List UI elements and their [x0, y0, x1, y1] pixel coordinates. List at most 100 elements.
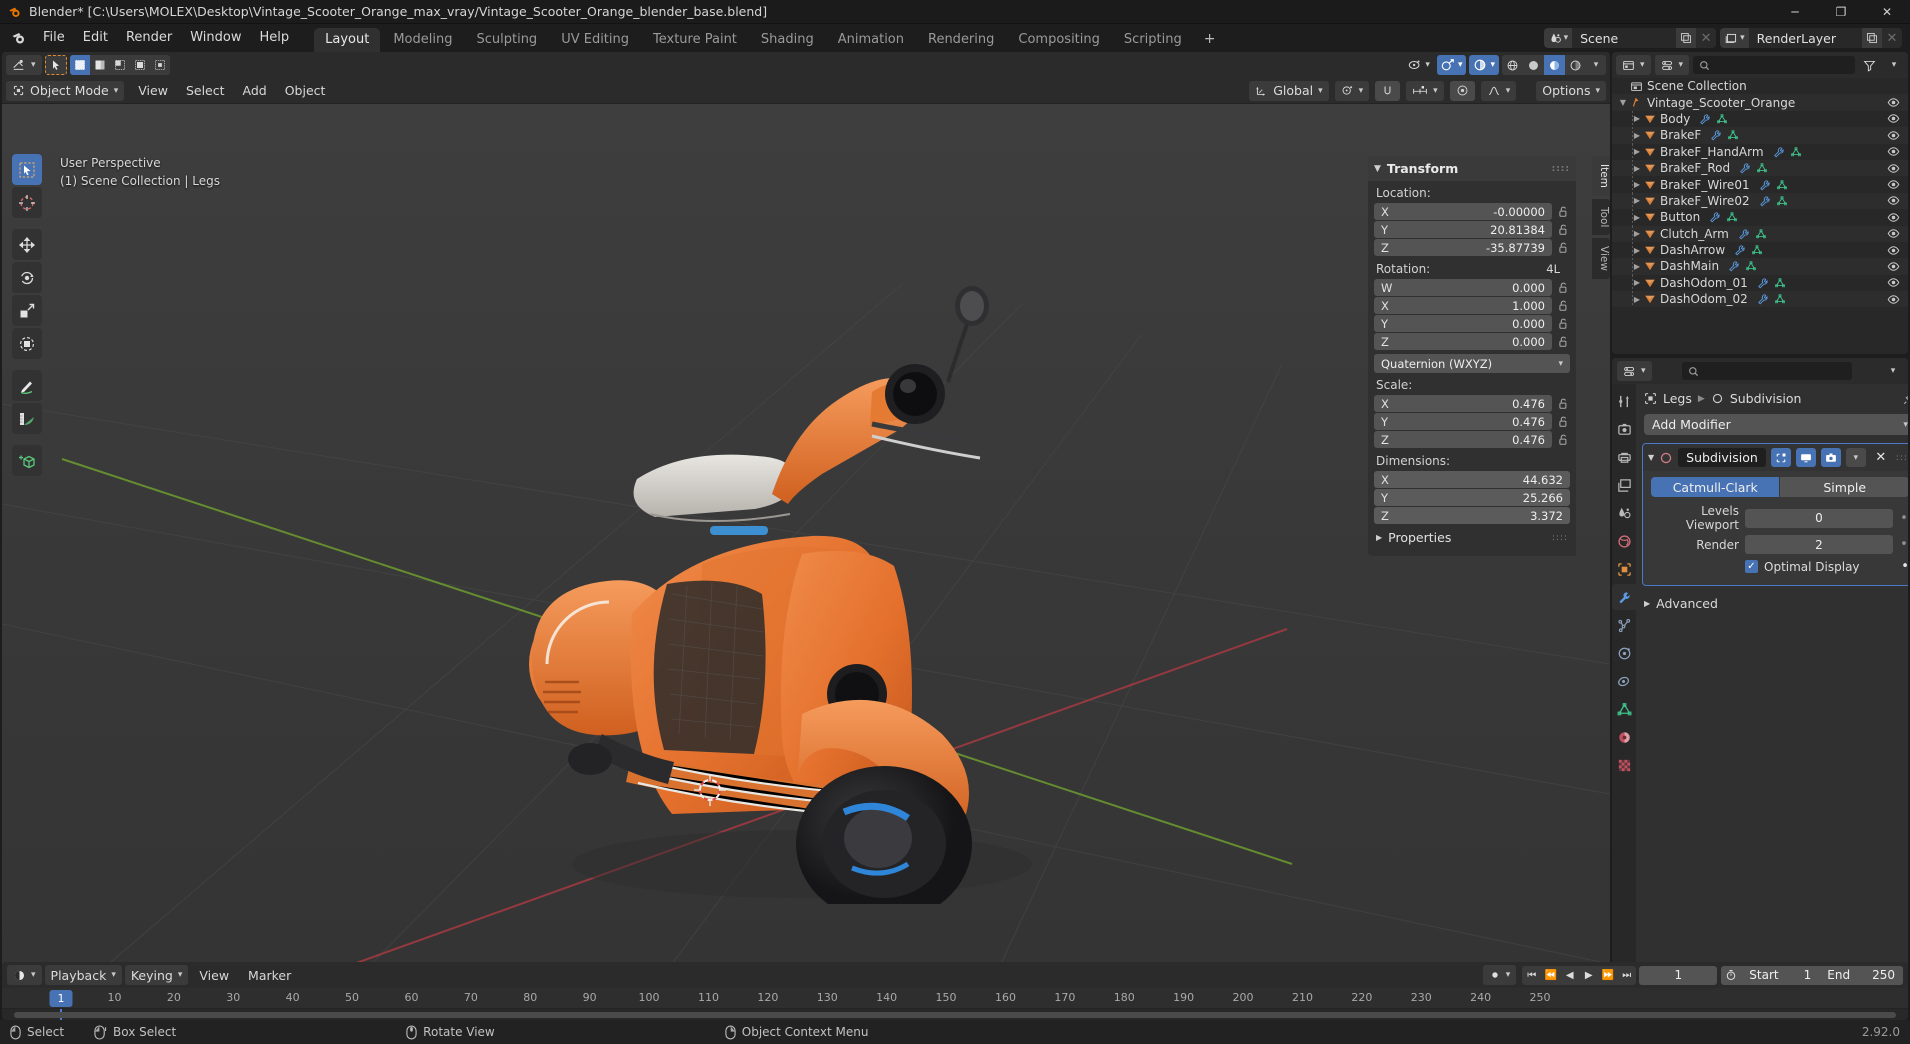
- workspace-tab-scripting[interactable]: Scripting: [1113, 28, 1193, 52]
- levels-viewport-value[interactable]: 0: [1745, 508, 1893, 528]
- rotation-y-lock-icon[interactable]: [1556, 316, 1570, 331]
- outliner-row-object[interactable]: ▶ DashOdom_01: [1612, 274, 1908, 292]
- levels-viewport-animate-dot[interactable]: •: [1899, 511, 1908, 526]
- rotation-z-field[interactable]: Z 0.000: [1374, 333, 1552, 350]
- outliner-editor[interactable]: ▾ ▾ ▾ Scene Collection ▼ Vintage_Scooter_O…: [1612, 52, 1908, 354]
- new-scene-button[interactable]: [1676, 28, 1697, 48]
- properties-editor-type-selector[interactable]: ▾: [1617, 361, 1652, 381]
- npanel-tabs[interactable]: Item Tool View: [1592, 156, 1610, 280]
- maximize-button[interactable]: ❐: [1818, 0, 1864, 24]
- rotation-x-field[interactable]: X 1.000: [1374, 297, 1552, 314]
- location-z-field[interactable]: Z -35.87739: [1374, 239, 1552, 256]
- object-properties-tab[interactable]: [1612, 556, 1636, 582]
- modifier-icon[interactable]: [1699, 113, 1711, 125]
- proportional-editing-toggle[interactable]: [1449, 80, 1475, 101]
- location-z-lock-icon[interactable]: [1556, 240, 1570, 255]
- subdivision-algorithm-toggle[interactable]: Catmull-Clark Simple: [1651, 477, 1908, 497]
- modifier-icon[interactable]: [1728, 260, 1740, 272]
- outliner-row-object[interactable]: ▶ BrakeF: [1612, 127, 1908, 144]
- keying-menu[interactable]: Keying ▾: [124, 965, 189, 985]
- playback-menu[interactable]: Playback ▾: [44, 965, 122, 985]
- viewport-toolbar[interactable]: [12, 154, 42, 476]
- modifier-expand-icon[interactable]: ▼: [1648, 453, 1654, 462]
- properties-search-input[interactable]: [1682, 362, 1853, 380]
- render-properties-tab[interactable]: [1612, 416, 1636, 442]
- modifier-icon[interactable]: [1757, 277, 1769, 289]
- outliner-editor-type-selector[interactable]: ▾: [1616, 55, 1651, 75]
- rotation-y-field[interactable]: Y 0.000: [1374, 315, 1552, 332]
- timeline-playhead-label[interactable]: 1: [49, 990, 73, 1007]
- mesh-data-icon[interactable]: [1790, 146, 1802, 158]
- particles-properties-tab[interactable]: [1612, 612, 1636, 638]
- catmull-clark-button[interactable]: Catmull-Clark: [1651, 477, 1780, 497]
- current-frame-field[interactable]: 1: [1639, 965, 1718, 985]
- constraints-properties-tab[interactable]: [1612, 668, 1636, 694]
- select-invert-button[interactable]: [129, 55, 150, 75]
- workspace-tab-rendering[interactable]: Rendering: [917, 28, 1005, 52]
- timeline-editor-type-selector[interactable]: ▾: [7, 965, 42, 985]
- jump-to-start-button[interactable]: ⏮: [1522, 966, 1541, 985]
- play-button[interactable]: ▶: [1579, 966, 1598, 985]
- viewlayer-selector[interactable]: ▾ RenderLayer ✕: [1720, 28, 1902, 48]
- properties-editor[interactable]: ▾ ▾ Legs ▶ Subdivision Add Modifier ▾ ▼ …: [1612, 358, 1908, 984]
- timeline-keyframe-area[interactable]: [2, 1009, 1908, 1020]
- breadcrumb-modifier-name[interactable]: Subdivision: [1730, 391, 1802, 406]
- physics-properties-tab[interactable]: [1612, 640, 1636, 666]
- modifier-icon[interactable]: [1734, 244, 1746, 256]
- menu-window[interactable]: Window: [181, 27, 250, 49]
- object-visibility-icon[interactable]: [1887, 244, 1900, 257]
- dimension-y-field[interactable]: Y 25.266: [1374, 489, 1570, 506]
- mesh-data-icon[interactable]: [1776, 195, 1788, 207]
- mesh-data-icon[interactable]: [1716, 113, 1728, 125]
- modifier-realtime-button[interactable]: [1795, 448, 1816, 467]
- select-mode-group[interactable]: [69, 55, 170, 75]
- location-x-lock-icon[interactable]: [1556, 204, 1570, 219]
- wireframe-shading-button[interactable]: [1502, 55, 1523, 75]
- viewport-overlays-toggle[interactable]: ▾: [1436, 55, 1467, 75]
- start-frame-field[interactable]: Start 1: [1741, 965, 1820, 985]
- modifier-properties-tab[interactable]: [1612, 584, 1636, 610]
- mesh-data-icon[interactable]: [1774, 293, 1786, 305]
- object-visibility-icon[interactable]: [1887, 293, 1900, 306]
- mesh-data-icon[interactable]: [1727, 129, 1739, 141]
- tweak-select-tool[interactable]: [12, 154, 42, 185]
- outliner-row-object[interactable]: ▶ DashMain: [1612, 258, 1908, 275]
- outliner-search-input[interactable]: [1693, 56, 1855, 74]
- new-viewlayer-button[interactable]: [1862, 28, 1882, 48]
- mesh-data-icon[interactable]: [1756, 162, 1768, 174]
- scale-z-field[interactable]: Z 0.476: [1374, 431, 1552, 448]
- outliner-filter-caret[interactable]: ▾: [1884, 55, 1904, 75]
- modifier-icon[interactable]: [1759, 179, 1771, 191]
- solid-shading-button[interactable]: [1523, 55, 1544, 75]
- end-frame-field[interactable]: End 250: [1819, 965, 1903, 985]
- scale-tool[interactable]: [12, 295, 42, 326]
- mesh-data-icon[interactable]: [1774, 277, 1786, 289]
- workspace-tab-sculpting[interactable]: Sculpting: [465, 28, 548, 52]
- mesh-data-icon[interactable]: [1755, 228, 1767, 240]
- timeline-editor[interactable]: ▾ Playback ▾ Keying ▾ View Marker ▾ ⏮ ⏪: [2, 962, 1908, 1020]
- move-tool[interactable]: [12, 229, 42, 260]
- simple-button[interactable]: Simple: [1780, 477, 1908, 497]
- object-mode-selector[interactable]: Object Mode ▾: [6, 80, 125, 101]
- rotate-tool[interactable]: [12, 262, 42, 293]
- dimension-x-field[interactable]: X 44.632: [1374, 471, 1570, 488]
- menu-render[interactable]: Render: [117, 27, 181, 49]
- location-x-field[interactable]: X -0.00000: [1374, 203, 1552, 220]
- modifier-icon[interactable]: [1709, 211, 1721, 223]
- modifier-render-button[interactable]: [1820, 448, 1841, 467]
- xray-toggle[interactable]: ▾: [1469, 55, 1499, 75]
- location-y-lock-icon[interactable]: [1556, 222, 1570, 237]
- outliner-row-object[interactable]: ▶ Clutch_Arm: [1612, 225, 1908, 242]
- blender-menu-icon[interactable]: [4, 26, 34, 50]
- tool-properties-tab[interactable]: [1612, 388, 1636, 414]
- timeline-view-menu[interactable]: View: [191, 966, 237, 985]
- modifier-icon[interactable]: [1738, 228, 1750, 240]
- jump-to-end-button[interactable]: ⏭: [1617, 966, 1636, 985]
- properties-section-header[interactable]: ▶ Properties ::::: [1368, 525, 1576, 550]
- object-data-properties-tab[interactable]: [1612, 696, 1636, 722]
- scale-x-lock-icon[interactable]: [1556, 396, 1570, 411]
- select-extend-button[interactable]: [89, 55, 110, 75]
- unlink-scene-button[interactable]: ✕: [1696, 28, 1717, 48]
- modifier-name-field[interactable]: Subdivision: [1678, 448, 1766, 467]
- rotation-x-lock-icon[interactable]: [1556, 298, 1570, 313]
